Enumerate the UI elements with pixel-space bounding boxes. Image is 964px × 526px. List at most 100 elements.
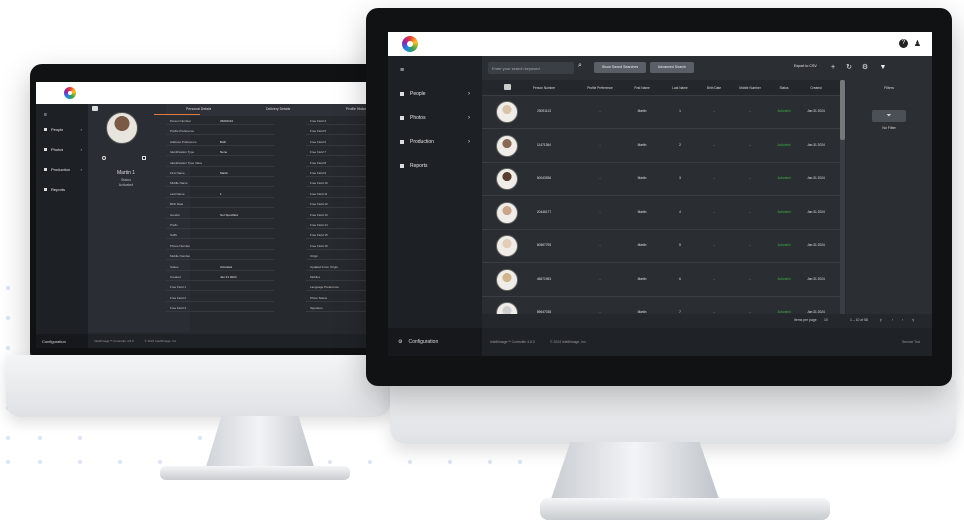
field-label: Identification Type — [170, 150, 195, 155]
people-table: Person Number Profile Preference First Nam… — [482, 80, 840, 330]
table-cell-person: 60043936 — [536, 176, 552, 180]
column-header[interactable]: Person Number — [526, 86, 562, 90]
menu-toggle[interactable]: ≡ — [36, 110, 88, 120]
tab-profile-history[interactable]: Profile History — [346, 107, 368, 111]
field-value[interactable]: 1 — [220, 192, 222, 196]
menu-toggle[interactable]: ≡ — [388, 60, 482, 80]
service-tool-link[interactable]: Service Tool — [902, 340, 920, 344]
sidebar-item-label: Reports — [410, 163, 428, 169]
avatar[interactable] — [496, 201, 518, 224]
sidebar-item-photos[interactable]: Photos › — [36, 144, 88, 154]
column-header[interactable]: Birth Date — [696, 86, 732, 90]
column-header[interactable]: Created — [798, 86, 834, 90]
field-label: Language Preference — [310, 285, 339, 290]
user-icon[interactable]: ♟ — [913, 39, 922, 48]
configuration-button[interactable]: Configuration — [36, 334, 88, 348]
column-header[interactable]: Last Name — [662, 86, 698, 90]
form-row: Created Jan 31 2024 — [166, 274, 274, 281]
settings-icon[interactable]: ⚙ — [860, 62, 870, 74]
last-page-icon[interactable]: ›| — [912, 318, 914, 322]
column-header[interactable]: Profile Preference — [582, 86, 618, 90]
table-row[interactable]: 60043936 - Martin 3 - - Activated Jan 31 2024 — [482, 163, 840, 196]
table-row[interactable]: 20446177 - Martin 4 - - Activated Jan 31 2024 — [482, 197, 840, 230]
field-value[interactable]: Activated — [220, 265, 232, 269]
search-icon[interactable]: ⌕ — [578, 62, 582, 70]
column-header[interactable]: Status — [766, 86, 802, 90]
avatar[interactable] — [496, 101, 518, 123]
field-label: Free Field 6 — [310, 139, 327, 144]
add-icon[interactable]: + — [828, 62, 838, 74]
front-monitor-chin — [390, 380, 956, 444]
edit-icon[interactable] — [142, 156, 146, 160]
saved-searches-button[interactable]: Show Saved Searches — [594, 62, 646, 73]
sidebar-item-photos[interactable]: Photos › — [388, 108, 482, 128]
avatar[interactable] — [496, 134, 518, 157]
avatar[interactable] — [496, 235, 518, 257]
table-scrollbar[interactable] — [840, 80, 845, 314]
table-row[interactable]: 11471364 - Martin 2 - - Activated Jan 31 2024 — [482, 130, 840, 163]
refresh-icon[interactable]: ↻ — [844, 62, 854, 74]
field-label: Profile Preference — [170, 129, 195, 134]
scrollbar-thumb[interactable] — [840, 80, 845, 140]
camera-icon[interactable] — [92, 106, 98, 111]
table-cell-pref: - — [599, 276, 601, 281]
field-label: Free Field 15 — [310, 233, 328, 238]
field-label: Free Field 13 — [310, 212, 328, 217]
advanced-search-button[interactable]: Advanced Search — [650, 62, 694, 73]
table-row[interactable]: 25091113 - Martin 1 - - Activated Jan 31 2024 — [482, 96, 840, 129]
app-logo[interactable] — [64, 87, 76, 99]
field-value[interactable]: 26091113 — [220, 119, 233, 123]
sidebar-item-people[interactable]: People › — [36, 124, 88, 134]
field-label: Free Field 5 — [310, 129, 327, 134]
sidebar-item-reports[interactable]: Reports — [388, 156, 482, 176]
field-value[interactable]: Martin — [220, 171, 228, 175]
back-monitor-base — [160, 466, 350, 480]
table-row[interactable]: 46671963 - Martin 6 - - Activated Jan 31 2024 — [482, 264, 840, 297]
filters-panel: Filters ⏷ No Filter — [846, 80, 932, 314]
front-monitor-base — [540, 498, 830, 520]
next-page-icon[interactable]: › — [902, 318, 903, 322]
table-cell-first: Martin — [637, 243, 647, 247]
sidebar-item-people[interactable]: People › — [388, 84, 482, 104]
front-screen: ? ♟ ≡ People › Photos › Production › Rep… — [388, 32, 932, 356]
table-cell-birth: - — [713, 142, 715, 147]
field-label: Last Name — [170, 191, 185, 196]
column-header[interactable]: First Name — [624, 86, 660, 90]
field-value[interactable]: None — [220, 150, 227, 154]
app-logo[interactable] — [402, 36, 418, 52]
product-showcase: ≡ People › Photos › Production › Reports — [0, 0, 964, 526]
form-row: Middle Name — [166, 180, 274, 188]
front-topbar: ? ♟ — [388, 32, 932, 56]
field-value[interactable]: Both — [220, 140, 226, 144]
avatar[interactable] — [496, 168, 518, 190]
field-label: Person Number — [170, 119, 192, 123]
help-icon[interactable]: ? — [899, 39, 908, 48]
delete-icon[interactable] — [102, 156, 106, 160]
configuration-button[interactable]: ⚙ Configuration — [388, 328, 482, 356]
back-monitor-stand — [205, 416, 315, 470]
avatar[interactable] — [496, 268, 518, 291]
sidebar-item-label: Production — [410, 139, 434, 145]
table-cell-birth: - — [713, 109, 715, 113]
person-photo[interactable] — [106, 112, 138, 144]
filter-button[interactable]: ⏷ — [872, 110, 906, 122]
form-row: Address Preference Both — [166, 139, 274, 146]
table-row[interactable]: 60567795 - Martin 5 - - Activated Jan 31 2024 — [482, 230, 840, 263]
chevron-right-icon: › — [468, 91, 470, 97]
export-csv-button[interactable]: Export to CSV — [794, 64, 817, 68]
prev-page-icon[interactable]: ‹ — [892, 318, 893, 322]
tab-personal-details[interactable]: Personal Details — [186, 107, 211, 111]
items-per-page-select[interactable]: 10 — [824, 318, 828, 322]
field-value[interactable]: Jan 31 2024 — [220, 275, 237, 279]
personal-details-form: Person Number 26091113 Profile Preference A… — [166, 118, 274, 328]
sidebar-item-reports[interactable]: Reports — [36, 184, 88, 194]
table-cell-last: 1 — [679, 109, 681, 113]
tab-delivery-details[interactable]: Delivery Details — [266, 107, 290, 111]
column-header[interactable]: Mobile Number — [732, 86, 768, 90]
first-page-icon[interactable]: |‹ — [880, 318, 882, 322]
sidebar-item-production[interactable]: Production › — [36, 164, 88, 174]
field-value[interactable]: Not Specified — [220, 213, 238, 217]
search-input[interactable]: Enter your search keyword — [488, 62, 574, 74]
sidebar-item-production[interactable]: Production › — [388, 132, 482, 152]
filter-icon[interactable]: ▼ — [878, 62, 888, 74]
